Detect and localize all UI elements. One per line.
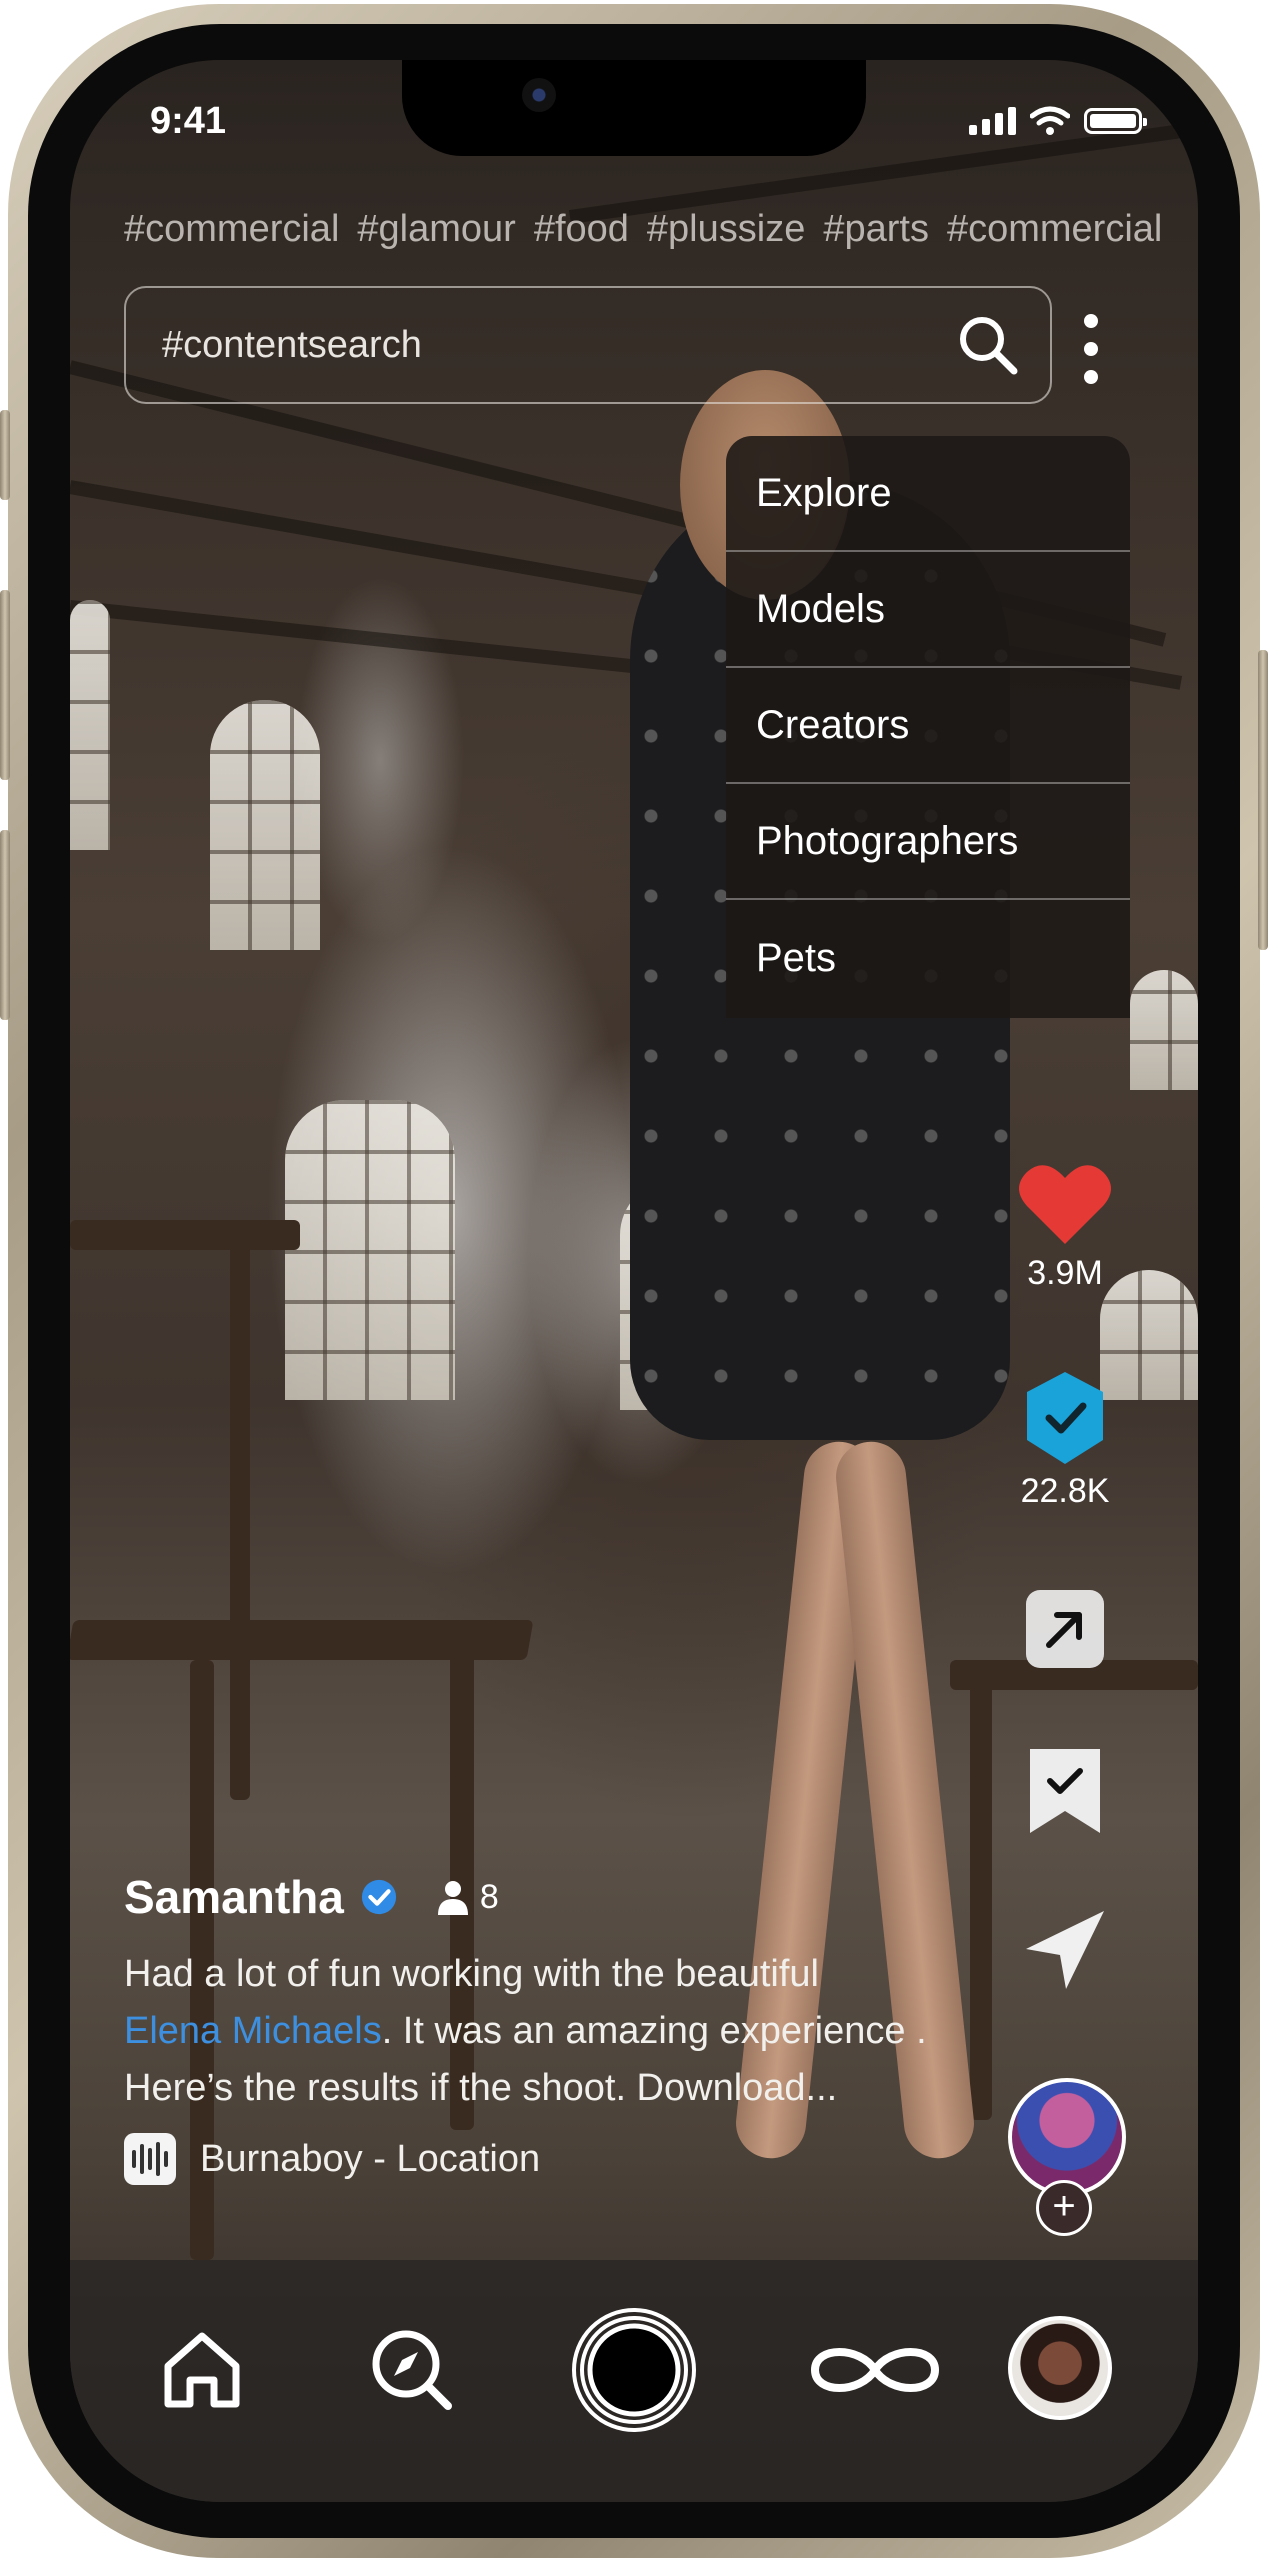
menu-item-models[interactable]: Models [726,552,1130,668]
tab-infinity[interactable] [800,2320,950,2420]
hashtag-chip[interactable]: #commercial [947,208,1162,251]
share-action[interactable] [990,1590,1140,1668]
arrow-up-right-icon [1046,1612,1082,1648]
person-icon [437,1881,468,1915]
send-action[interactable] [990,1905,1140,1995]
post-description: Had a lot of fun working with the beauti… [124,1946,964,2117]
front-camera [522,78,556,112]
record-icon [572,2308,696,2432]
send-icon[interactable] [1020,1905,1110,1995]
menu-item-pets[interactable]: Pets [726,900,1130,1016]
bookmark-check-icon[interactable] [1026,1745,1104,1837]
home-icon [164,2332,240,2408]
bottom-tab-bar [70,2260,1198,2502]
username[interactable]: Samantha [124,1870,344,1924]
category-menu: Explore Models Creators Photographers Pe… [726,436,1130,1018]
menu-item-explore[interactable]: Explore [726,436,1130,552]
search-icon[interactable] [956,313,1020,377]
follow-plus-icon[interactable]: + [1036,2180,1092,2236]
tab-home[interactable] [152,2320,252,2420]
audio-wave-icon [124,2133,176,2185]
verified-count: 22.8K [1020,1472,1110,1510]
menu-item-creators[interactable]: Creators [726,668,1130,784]
more-options-icon[interactable] [1076,314,1106,384]
verified-action[interactable]: 22.8K [990,1370,1140,1511]
hashtag-chip[interactable]: #commercial [124,208,339,251]
infinity-icon [810,2348,940,2392]
power-button [1258,650,1268,950]
screen: 9:41 #commercial #glamour #food #plussiz… [70,60,1198,2502]
hashtag-chip[interactable]: #food [534,208,629,251]
follower-count: 8 [436,1878,499,1917]
hashtag-chip[interactable]: #parts [823,208,929,251]
hashtag-strip: #commercial #glamour #food #plussize #pa… [124,208,1198,251]
tab-explore[interactable] [362,2320,462,2420]
menu-item-photographers[interactable]: Photographers [726,784,1130,900]
verified-badge-icon [361,1879,396,1915]
shield-check-icon[interactable] [1023,1370,1107,1466]
battery-icon [1084,108,1147,134]
status-bar: 9:41 [70,60,1198,210]
hashtag-chip[interactable]: #plussize [647,208,805,251]
notch [402,60,866,156]
like-action[interactable]: 3.9M [990,1160,1140,1293]
description-text: Had a lot of fun working with the beauti… [124,1953,819,1995]
wifi-icon [1030,106,1070,135]
volume-up-button [0,590,10,780]
profile-avatar[interactable] [1008,2316,1112,2420]
music-track[interactable]: Burnaboy - Location [124,2133,964,2185]
music-title: Burnaboy - Location [200,2137,541,2180]
cellular-signal-icon [969,107,1016,135]
hashtag-chip[interactable]: #glamour [357,208,515,251]
creator-avatar[interactable] [1008,2078,1126,2196]
search-bar [124,286,1052,404]
mute-switch [0,410,10,500]
follower-count-value: 8 [479,1877,499,1916]
tab-record[interactable] [564,2300,704,2440]
volume-down-button [0,830,10,1020]
save-action[interactable] [990,1745,1140,1837]
share-button[interactable] [1026,1590,1104,1668]
post-caption: Samantha 8 Had a lot of fun working with… [124,1870,964,2185]
search-input[interactable] [160,322,904,368]
explore-icon [372,2330,452,2410]
mention-link[interactable]: Elena Michaels [124,2010,382,2052]
heart-icon[interactable] [1017,1160,1113,1248]
like-count: 3.9M [1027,1254,1103,1292]
status-time: 9:41 [150,100,227,142]
